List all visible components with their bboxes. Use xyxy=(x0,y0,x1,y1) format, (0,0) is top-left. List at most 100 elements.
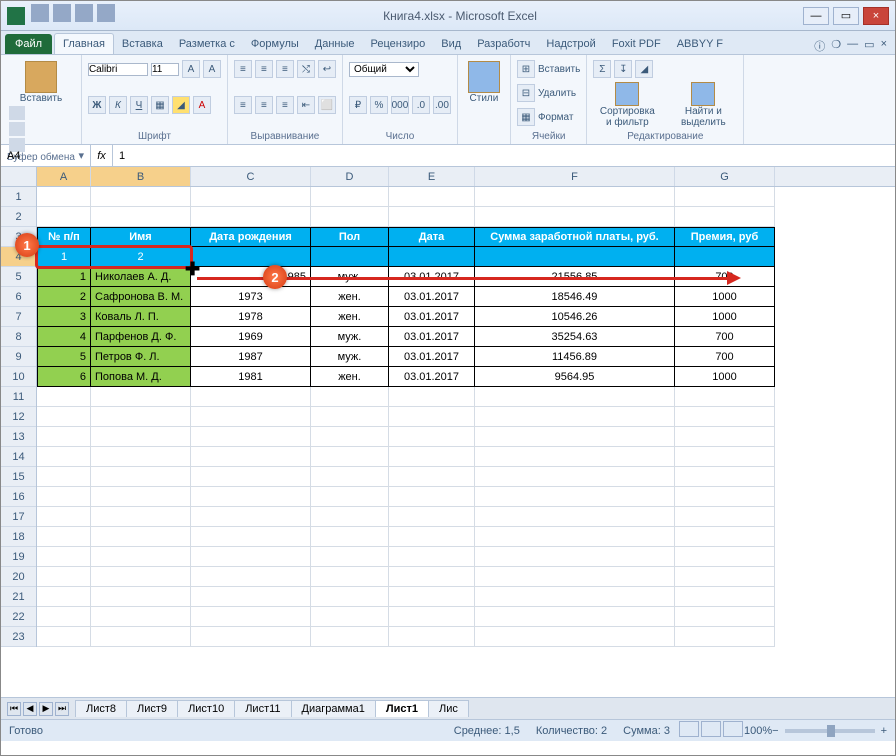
cell[interactable]: 6 xyxy=(37,367,91,387)
cell[interactable] xyxy=(91,487,191,507)
row-header[interactable]: 5 xyxy=(1,267,36,287)
cell[interactable] xyxy=(311,587,389,607)
cell[interactable]: Петров Ф. Л. xyxy=(91,347,191,367)
cell[interactable]: 1973 xyxy=(191,287,311,307)
border-button[interactable]: ▦ xyxy=(151,96,169,114)
cell[interactable] xyxy=(91,527,191,547)
row-header[interactable]: 12 xyxy=(1,407,36,427)
cell[interactable] xyxy=(675,567,775,587)
cell[interactable] xyxy=(389,567,475,587)
cell[interactable] xyxy=(311,567,389,587)
cell[interactable]: 1000 xyxy=(675,307,775,327)
cell[interactable] xyxy=(191,407,311,427)
minimize-ribbon-icon[interactable]: ⓘ xyxy=(814,38,825,54)
cell[interactable] xyxy=(475,567,675,587)
cell[interactable] xyxy=(37,627,91,647)
wrap-text-icon[interactable]: ↩ xyxy=(318,60,336,78)
cell[interactable] xyxy=(675,247,775,267)
row-header[interactable]: 2 xyxy=(1,207,36,227)
cell[interactable]: 700 xyxy=(675,327,775,347)
cell[interactable]: Сафронова В. М. xyxy=(91,287,191,307)
cell[interactable]: жен. xyxy=(311,287,389,307)
row-header[interactable]: 23 xyxy=(1,627,36,647)
table-header[interactable]: Премия, руб xyxy=(675,227,775,247)
cell[interactable] xyxy=(389,447,475,467)
cell[interactable]: 10546.26 xyxy=(475,307,675,327)
cell[interactable]: жен. xyxy=(311,367,389,387)
cell[interactable] xyxy=(37,487,91,507)
cell[interactable] xyxy=(311,447,389,467)
quick-access-toolbar[interactable] xyxy=(29,4,117,27)
name-box[interactable]: A4▾ xyxy=(1,145,91,166)
col-header[interactable]: C xyxy=(191,167,311,186)
cell[interactable]: муж. xyxy=(311,347,389,367)
sheet-tab[interactable]: Лист1 xyxy=(375,700,429,717)
cell[interactable] xyxy=(37,187,91,207)
cell[interactable] xyxy=(37,467,91,487)
cell[interactable] xyxy=(389,207,475,227)
row-header[interactable]: 18 xyxy=(1,527,36,547)
help-icon[interactable]: ❍ xyxy=(831,38,841,54)
cell[interactable] xyxy=(475,447,675,467)
cell[interactable] xyxy=(675,627,775,647)
cell[interactable] xyxy=(191,547,311,567)
cell[interactable] xyxy=(389,387,475,407)
cell[interactable] xyxy=(191,427,311,447)
cell[interactable] xyxy=(91,467,191,487)
sheet-tab[interactable]: Лист8 xyxy=(75,700,127,717)
tab-formulas[interactable]: Формулы xyxy=(243,34,307,54)
cell[interactable]: 1981 xyxy=(191,367,311,387)
cell[interactable]: 2 xyxy=(37,287,91,307)
cell[interactable] xyxy=(91,427,191,447)
cell[interactable] xyxy=(675,487,775,507)
sheet-tab[interactable]: Лис xyxy=(428,700,469,717)
ribbon-help[interactable]: ⓘ❍—▭× xyxy=(814,38,895,54)
copy-icon[interactable] xyxy=(9,122,25,136)
cell[interactable]: муж. xyxy=(311,327,389,347)
align-center-icon[interactable]: ≡ xyxy=(255,96,273,114)
align-mid-icon[interactable]: ≡ xyxy=(255,60,273,78)
row-header[interactable]: 8 xyxy=(1,327,36,347)
tab-review[interactable]: Рецензиро xyxy=(363,34,434,54)
cell[interactable] xyxy=(475,547,675,567)
align-top-icon[interactable]: ≡ xyxy=(234,60,252,78)
cut-icon[interactable] xyxy=(9,106,25,120)
cell[interactable] xyxy=(389,247,475,267)
inc-decimal-icon[interactable]: .0 xyxy=(412,96,430,114)
insert-cells-icon[interactable]: ⊞ xyxy=(517,60,535,78)
cell[interactable] xyxy=(475,527,675,547)
cell[interactable] xyxy=(389,187,475,207)
row-header[interactable]: 22 xyxy=(1,607,36,627)
cell[interactable] xyxy=(675,207,775,227)
format-cells-icon[interactable]: ▦ xyxy=(517,108,535,126)
font-color-button[interactable]: A xyxy=(193,96,211,114)
cell[interactable] xyxy=(37,587,91,607)
comma-icon[interactable]: 000 xyxy=(391,96,409,114)
cell[interactable]: 03.01.2017 xyxy=(389,367,475,387)
cell[interactable] xyxy=(675,447,775,467)
font-size-combo[interactable] xyxy=(151,63,179,76)
cell[interactable]: 03.01.2017 xyxy=(389,347,475,367)
cell[interactable] xyxy=(389,607,475,627)
file-tab[interactable]: Файл xyxy=(5,34,52,54)
close-button[interactable]: × xyxy=(863,7,889,25)
cell[interactable] xyxy=(91,627,191,647)
view-mode-buttons[interactable] xyxy=(678,721,744,740)
cell[interactable] xyxy=(191,507,311,527)
tab-layout[interactable]: Разметка с xyxy=(171,34,243,54)
cell[interactable] xyxy=(191,187,311,207)
cell[interactable]: 4 xyxy=(37,327,91,347)
cell[interactable]: Николаев А. Д. xyxy=(91,267,191,287)
cell[interactable] xyxy=(389,547,475,567)
cell[interactable] xyxy=(475,407,675,427)
cell[interactable] xyxy=(475,587,675,607)
number-format-combo[interactable]: Общий xyxy=(349,62,419,77)
cell[interactable] xyxy=(91,587,191,607)
cell[interactable]: 2 xyxy=(91,247,191,267)
cell[interactable]: 1000 xyxy=(675,367,775,387)
cell[interactable]: Коваль Л. П. xyxy=(91,307,191,327)
cell[interactable]: 03.01.2017 xyxy=(389,327,475,347)
cell[interactable] xyxy=(475,427,675,447)
tab-developer[interactable]: Разработч xyxy=(469,34,538,54)
cell[interactable] xyxy=(475,387,675,407)
